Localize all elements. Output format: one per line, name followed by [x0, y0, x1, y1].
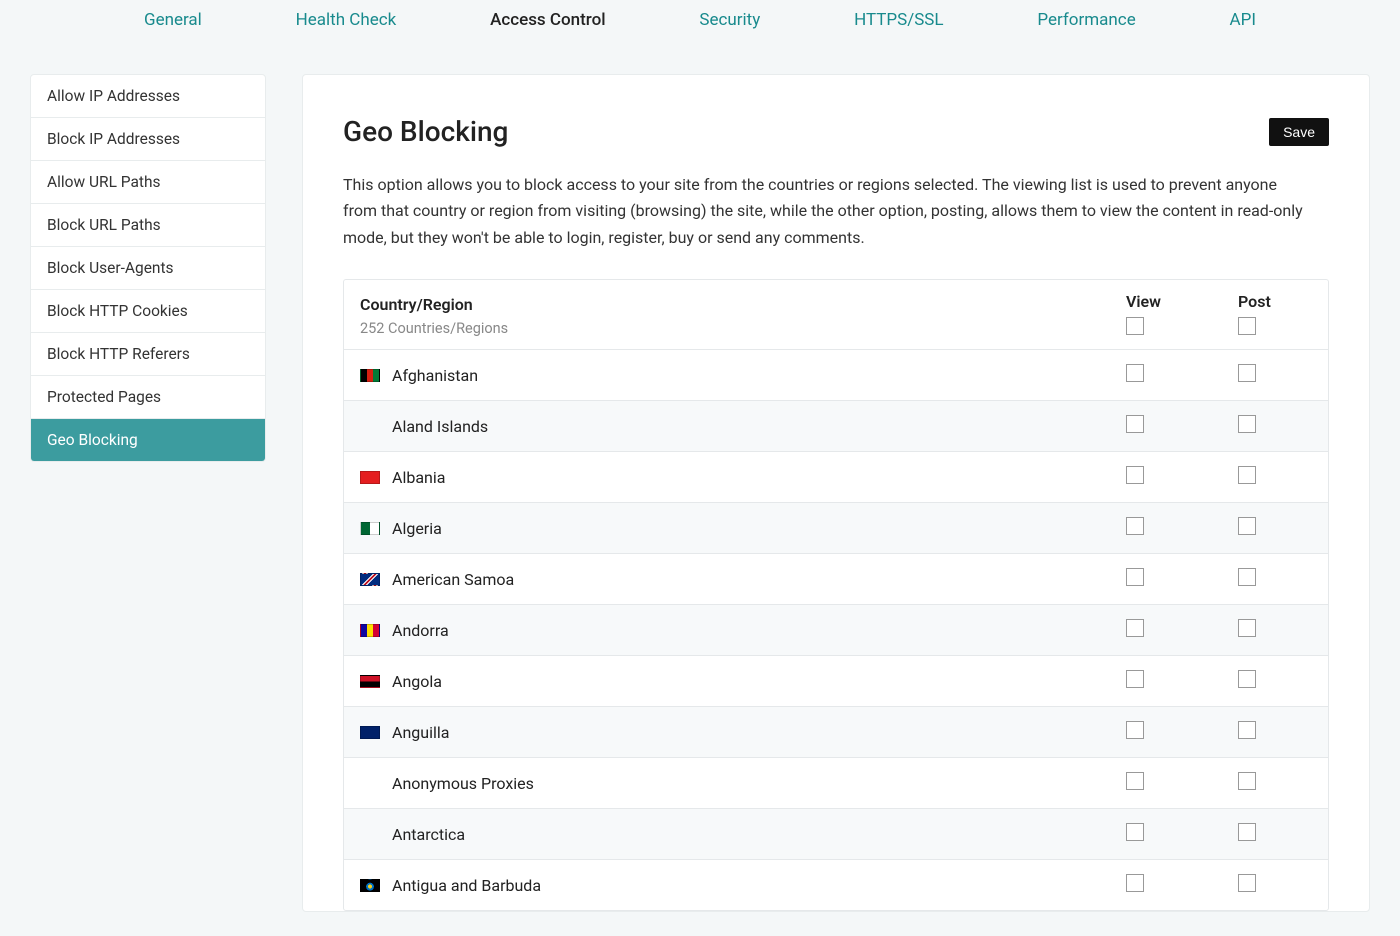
country-name: Algeria [392, 519, 442, 538]
save-button[interactable]: Save [1269, 118, 1329, 146]
view-checkbox[interactable] [1126, 619, 1144, 637]
col-view-label: View [1126, 292, 1238, 311]
view-checkbox[interactable] [1126, 466, 1144, 484]
table-row: Antigua and Barbuda [344, 860, 1328, 910]
col-country-label: Country/Region [360, 295, 1102, 314]
flag-icon [360, 624, 380, 637]
sidebar-item-allow-ip-addresses[interactable]: Allow IP Addresses [31, 75, 265, 118]
flag-icon [360, 471, 380, 484]
view-checkbox[interactable] [1126, 823, 1144, 841]
country-name: American Samoa [392, 570, 514, 589]
post-checkbox[interactable] [1238, 874, 1256, 892]
tab-api[interactable]: API [1226, 8, 1260, 32]
table-row: Aland Islands [344, 401, 1328, 452]
post-all-checkbox[interactable] [1238, 317, 1256, 335]
view-checkbox[interactable] [1126, 874, 1144, 892]
flag-icon [360, 522, 380, 535]
post-checkbox[interactable] [1238, 772, 1256, 790]
tab-general[interactable]: General [140, 8, 206, 32]
country-name: Angola [392, 672, 442, 691]
post-checkbox[interactable] [1238, 721, 1256, 739]
country-name: Aland Islands [392, 417, 488, 436]
table-row: Afghanistan [344, 350, 1328, 401]
post-checkbox[interactable] [1238, 619, 1256, 637]
table-header: Country/Region 252 Countries/Regions Vie… [344, 280, 1328, 350]
view-checkbox[interactable] [1126, 517, 1144, 535]
flag-icon [360, 726, 380, 739]
view-checkbox[interactable] [1126, 772, 1144, 790]
post-checkbox[interactable] [1238, 823, 1256, 841]
table-row: Angola [344, 656, 1328, 707]
table-row: Anguilla [344, 707, 1328, 758]
flag-icon [360, 573, 380, 586]
table-row: American Samoa [344, 554, 1328, 605]
post-checkbox[interactable] [1238, 568, 1256, 586]
tab-access-control[interactable]: Access Control [486, 8, 610, 32]
view-checkbox[interactable] [1126, 364, 1144, 382]
post-checkbox[interactable] [1238, 670, 1256, 688]
tab-security[interactable]: Security [695, 8, 764, 32]
page-title: Geo Blocking [343, 115, 508, 148]
page-description: This option allows you to block access t… [343, 172, 1303, 251]
country-name: Anonymous Proxies [392, 774, 534, 793]
table-row: Albania [344, 452, 1328, 503]
main-panel: Geo Blocking Save This option allows you… [302, 74, 1370, 912]
post-checkbox[interactable] [1238, 466, 1256, 484]
view-checkbox[interactable] [1126, 670, 1144, 688]
table-row: Anonymous Proxies [344, 758, 1328, 809]
sidebar-item-protected-pages[interactable]: Protected Pages [31, 376, 265, 419]
post-checkbox[interactable] [1238, 415, 1256, 433]
country-name: Antigua and Barbuda [392, 876, 541, 895]
sidebar-item-geo-blocking[interactable]: Geo Blocking [31, 419, 265, 461]
flag-icon [360, 879, 380, 892]
tab-performance[interactable]: Performance [1033, 8, 1139, 32]
post-checkbox[interactable] [1238, 364, 1256, 382]
col-post-label: Post [1238, 292, 1328, 311]
sidebar: Allow IP AddressesBlock IP AddressesAllo… [30, 74, 266, 462]
sidebar-item-block-ip-addresses[interactable]: Block IP Addresses [31, 118, 265, 161]
table-row: Antarctica [344, 809, 1328, 860]
country-name: Afghanistan [392, 366, 478, 385]
flag-icon [360, 675, 380, 688]
sidebar-item-allow-url-paths[interactable]: Allow URL Paths [31, 161, 265, 204]
flag-icon [360, 420, 380, 433]
post-checkbox[interactable] [1238, 517, 1256, 535]
flag-icon [360, 828, 380, 841]
country-name: Albania [392, 468, 445, 487]
flag-icon [360, 777, 380, 790]
countries-table: Country/Region 252 Countries/Regions Vie… [343, 279, 1329, 911]
top-tabs: General Health Check Access Control Securit… [0, 0, 1400, 50]
sidebar-item-block-url-paths[interactable]: Block URL Paths [31, 204, 265, 247]
country-name: Anguilla [392, 723, 449, 742]
country-name: Andorra [392, 621, 449, 640]
view-checkbox[interactable] [1126, 415, 1144, 433]
sidebar-item-block-http-cookies[interactable]: Block HTTP Cookies [31, 290, 265, 333]
view-checkbox[interactable] [1126, 568, 1144, 586]
tab-health-check[interactable]: Health Check [292, 8, 401, 32]
view-all-checkbox[interactable] [1126, 317, 1144, 335]
sidebar-item-block-user-agents[interactable]: Block User-Agents [31, 247, 265, 290]
table-row: Andorra [344, 605, 1328, 656]
view-checkbox[interactable] [1126, 721, 1144, 739]
flag-icon [360, 369, 380, 382]
tab-https-ssl[interactable]: HTTPS/SSL [850, 8, 947, 32]
sidebar-item-block-http-referers[interactable]: Block HTTP Referers [31, 333, 265, 376]
table-row: Algeria [344, 503, 1328, 554]
col-country-sub: 252 Countries/Regions [360, 320, 1102, 337]
country-name: Antarctica [392, 825, 465, 844]
